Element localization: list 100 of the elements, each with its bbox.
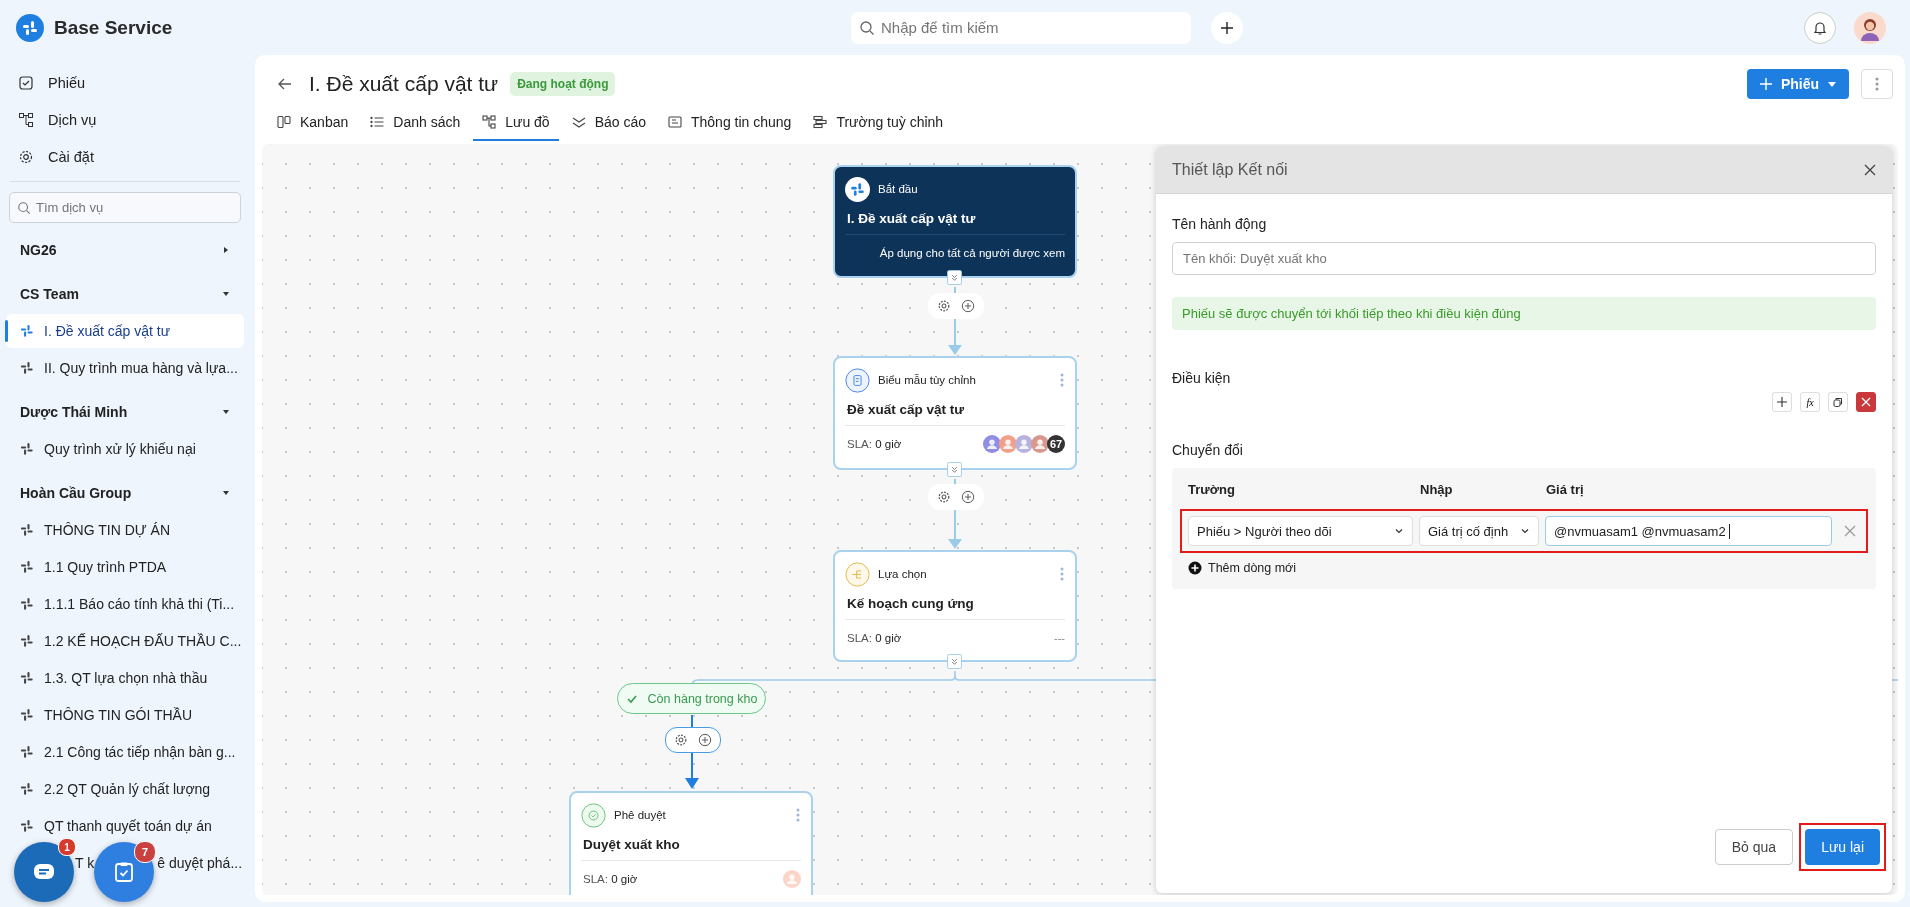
form-icon [845, 367, 870, 393]
add-button[interactable] [1211, 11, 1243, 44]
tab[interactable]: Báo cáo [562, 105, 655, 141]
settings-icon[interactable] [937, 299, 951, 313]
task-button[interactable] [94, 842, 154, 902]
service-icon [20, 782, 34, 796]
count-badge: 1 [58, 838, 76, 856]
nav-item[interactable]: Dịch vụ [6, 101, 244, 138]
chevron-icon [1520, 526, 1530, 536]
copy-button[interactable] [1828, 392, 1848, 412]
caret-icon [222, 408, 230, 416]
service-icon [20, 442, 34, 456]
sidebar-item[interactable]: THÔNG TIN DỰ ÁN [6, 513, 244, 547]
collapse-icon[interactable] [947, 270, 962, 285]
notification-button[interactable] [1804, 11, 1836, 44]
node-note: Áp dụng cho tất cả người được xem [879, 247, 1065, 259]
sidebar-item[interactable]: 2.2 QT Quản lý chất lượng [6, 772, 244, 806]
search-field[interactable]: Tìm dịch vụ [9, 192, 241, 223]
input-select[interactable]: Giá trị cố định [1419, 516, 1539, 546]
sla-text: SLA: 0 giờ [847, 632, 902, 644]
chevrons-icon [571, 115, 586, 129]
cancel-button[interactable]: Bỏ qua [1714, 829, 1794, 865]
settings-icon[interactable] [937, 490, 951, 504]
caret-icon [222, 290, 230, 298]
node-type: Phê duyệt [614, 809, 667, 821]
sidebar-item[interactable]: 1.3. QT lựa chọn nhà thầu [6, 661, 244, 695]
back-icon[interactable] [277, 76, 293, 92]
add-button[interactable] [1772, 392, 1792, 412]
group-header[interactable]: NG26 [6, 233, 244, 267]
tab[interactable]: Danh sách [361, 105, 470, 141]
save-button[interactable]: Lưu lại [1805, 829, 1880, 865]
copy-icon [1833, 397, 1843, 407]
tab[interactable]: Thông tin chung [659, 105, 801, 141]
service-icon [20, 523, 34, 537]
chat-button[interactable] [14, 842, 74, 902]
sidebar-item[interactable]: 1.1 Quy trình PTDA [6, 550, 244, 584]
clipboard-check-icon [112, 860, 136, 884]
caret-icon [222, 489, 230, 497]
delete-button[interactable] [1856, 392, 1876, 412]
status-badge: Đang hoạt động [510, 72, 616, 96]
user-avatar[interactable] [1854, 11, 1886, 44]
sidebar-item[interactable]: ê duyệt phá... [157, 855, 243, 871]
bell-icon [1812, 19, 1828, 36]
add-row-link[interactable]: Thêm dòng mới [1182, 561, 1297, 575]
tab[interactable]: Lưu đồ [473, 105, 559, 141]
section-label: Điều kiện [1172, 370, 1232, 386]
flow-node[interactable]: Bắt đầu I. Đề xuất cấp vật tư Áp dụng cho tất cả người được xem [833, 165, 1077, 278]
settings-icon[interactable] [674, 733, 688, 747]
app-name: Base Service [54, 16, 173, 39]
new-ticket-button[interactable]: Phiếu [1746, 69, 1849, 99]
field-select[interactable]: Phiếu > Người theo dõi [1188, 516, 1413, 546]
node-title: Kế hoạch cung ứng [845, 588, 1065, 620]
collapse-icon[interactable] [947, 462, 962, 477]
name-field[interactable]: Tên khối: Duyệt xuất kho [1172, 242, 1876, 275]
add-icon[interactable] [961, 299, 975, 313]
nav-item[interactable]: Cài đặt [6, 138, 244, 175]
node-type: Bắt đầu [878, 183, 919, 195]
fields-icon [813, 115, 828, 129]
logo-icon [845, 176, 870, 202]
approval-icon [581, 802, 606, 828]
sla-text: SLA: 0 giờ [583, 873, 638, 885]
tab[interactable]: Trường tuỳ chỉnh [804, 105, 953, 141]
column-header: Trường [1188, 482, 1236, 497]
add-icon[interactable] [698, 733, 712, 747]
sidebar-item[interactable]: 2.1 Công tác tiếp nhận bàn g... [6, 735, 244, 769]
flow-node[interactable]: Biểu mẫu tùy chỉnh Đề xuất cấp vật tư SLA: 0 giờ 67 [833, 356, 1077, 470]
group-header[interactable]: CS Team [6, 277, 244, 311]
flow-node[interactable]: Phê duyệt Duyệt xuất kho SLA: 0 giờ [569, 791, 813, 895]
count-badge: 7 [134, 841, 156, 863]
plus-icon [1758, 77, 1773, 91]
column-header: Giá trị [1546, 482, 1584, 497]
sidebar-item[interactable]: Quy trình xử lý khiếu nại [6, 432, 244, 466]
flow-node[interactable]: Lựa chọn Kế hoạch cung ứng SLA: 0 giờ --- [833, 550, 1077, 662]
caret-icon [1827, 79, 1837, 89]
plus-circle-icon [1188, 561, 1202, 575]
remove-icon[interactable] [1844, 525, 1856, 537]
group-header[interactable]: Dược Thái Minh [6, 395, 244, 429]
sidebar-item[interactable]: T k [75, 855, 95, 871]
page-title: I. Đề xuất cấp vật tư [309, 72, 499, 96]
tab[interactable]: Kanban [268, 105, 358, 141]
document-icon [668, 115, 682, 129]
branch-icon [845, 561, 870, 587]
sidebar-item[interactable]: II. Quy trình mua hàng và lựa... [6, 351, 244, 385]
search-field[interactable]: Nhập để tìm kiếm [851, 11, 1191, 44]
checklist-icon [18, 74, 34, 91]
sidebar-item[interactable]: I. Đề xuất cấp vật tư [6, 314, 244, 348]
service-icon [20, 745, 34, 759]
sidebar-item[interactable]: THÔNG TIN GÓI THẦU [6, 698, 244, 732]
sidebar-item[interactable]: 1.2 KẾ HOẠCH ĐẤU THẦU C... [6, 624, 244, 658]
group-header[interactable]: Hoàn Cầu Group [6, 476, 244, 510]
nav-item[interactable]: Phiếu [6, 64, 244, 101]
service-icon [20, 560, 34, 574]
close-icon[interactable] [1864, 163, 1876, 176]
value-field[interactable]: @nvmuasam1 @nvmuasam2 [1545, 516, 1832, 546]
assignee-text: --- [1054, 632, 1065, 644]
collapse-icon[interactable] [947, 654, 962, 669]
panel-title: Thiết lập Kết nối [1172, 160, 1288, 179]
sidebar-item[interactable]: 1.1.1 Báo cáo tính khả thi (Ti... [6, 587, 244, 621]
add-icon[interactable] [961, 490, 975, 504]
formula-button[interactable]: fx [1800, 392, 1820, 412]
